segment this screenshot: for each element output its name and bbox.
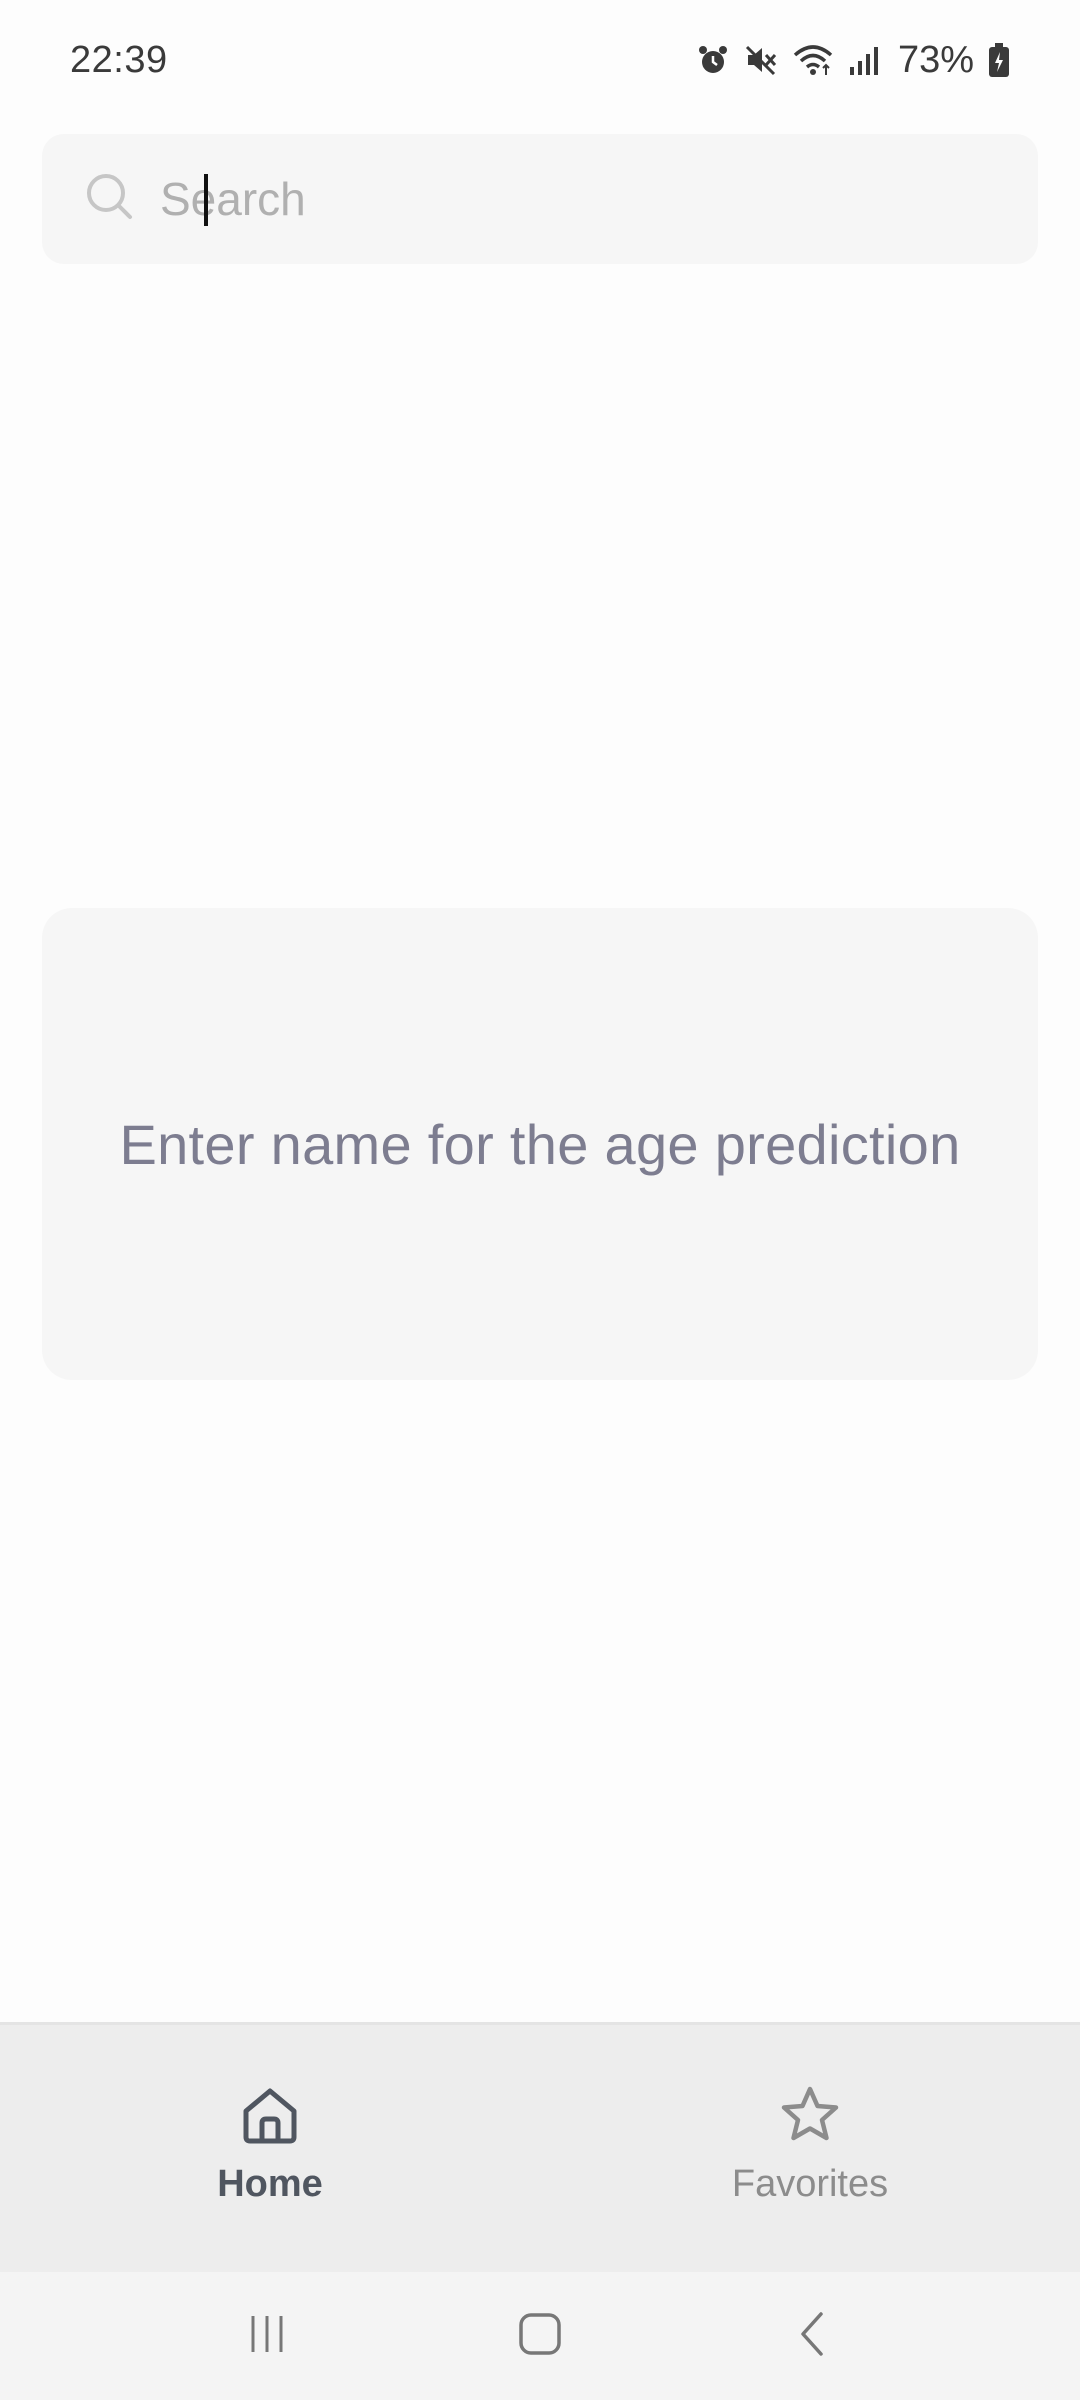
home-icon [238, 2083, 302, 2147]
prediction-placeholder-text: Enter name for the age prediction [119, 1112, 961, 1176]
home-button[interactable] [490, 2286, 590, 2386]
text-cursor [204, 174, 208, 226]
nav-label-home: Home [217, 2163, 323, 2205]
search-icon [84, 171, 160, 228]
back-button[interactable] [763, 2286, 863, 2386]
recents-icon [245, 2312, 289, 2361]
status-time: 22:39 [70, 38, 168, 81]
recents-button[interactable] [217, 2286, 317, 2386]
signal-icon [848, 43, 880, 77]
wifi-icon [792, 43, 834, 77]
prediction-placeholder-card: Enter name for the age prediction [42, 908, 1038, 1380]
nav-item-home[interactable]: Home [0, 2025, 540, 2272]
battery-percentage: 73% [897, 38, 974, 81]
status-bar: 22:39 73% [0, 0, 1080, 120]
nav-item-favorites[interactable]: Favorites [540, 2025, 1080, 2272]
search-bar[interactable] [42, 134, 1038, 264]
alarm-icon [696, 43, 730, 77]
home-button-icon [517, 2311, 563, 2362]
back-icon [791, 2310, 835, 2363]
nav-label-favorites: Favorites [731, 2163, 889, 2205]
star-icon [778, 2083, 842, 2147]
system-navigation-bar [0, 2272, 1080, 2400]
mute-icon [744, 43, 778, 77]
bottom-navigation: Home Favorites [0, 2022, 1080, 2272]
status-icons: 73% [696, 39, 1010, 82]
battery-icon [988, 42, 1010, 78]
search-input[interactable] [160, 134, 1038, 264]
